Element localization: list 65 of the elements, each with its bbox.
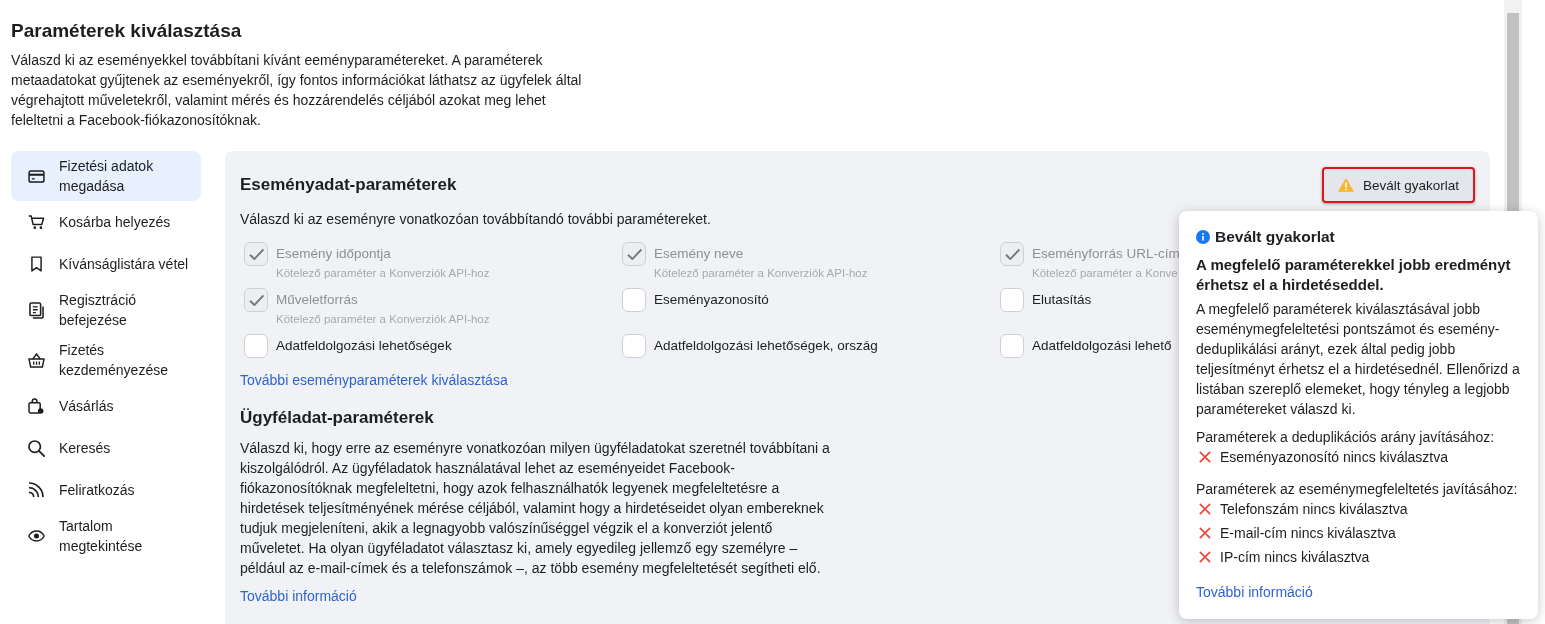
checkmark-icon xyxy=(1004,248,1020,260)
option-note: Kötelező paraméter a Konverziók API-hoz xyxy=(654,266,868,280)
sidebar-item[interactable]: Vásárlás xyxy=(11,385,201,427)
checkbox[interactable] xyxy=(622,288,646,312)
close-x-icon xyxy=(1199,527,1211,539)
checkbox[interactable] xyxy=(622,334,646,358)
option-label: Eseményazonosító xyxy=(654,291,769,309)
option-label: Esemény neve xyxy=(654,245,744,263)
page-title: Paraméterek kiválasztása xyxy=(11,19,242,43)
popover-text: A megfelelő paraméterek kiválasztásával jobb eseménymegfeleltetési pontszámot és esemény-deduplikálási arányt, ezek által pedig jobb teljesítményt érhetsz el a hirdetésednél. Ellenőrizd a listában szereplő elemeket, hogy tényleg a legjobb paramétereket válaszd ki. xyxy=(1196,300,1521,419)
sidebar-item[interactable]: Tartalom megtekintése xyxy=(11,511,201,561)
shopping-bag-icon xyxy=(28,398,44,414)
popover-headline: A megfelelő paraméterekkel jobb eredményt érhetsz el a hirdetéseddel. xyxy=(1196,255,1512,295)
best-practice-button[interactable]: Bevált gyakorlat xyxy=(1321,167,1475,203)
issue-text: Telefonszám nincs kiválasztva xyxy=(1220,500,1408,519)
option-label: Adatfeldolgozási lehetőségek xyxy=(276,337,452,355)
option-label: Műveletforrás xyxy=(276,291,358,309)
sidebar-item[interactable]: Regisztráció befejezése xyxy=(11,285,201,335)
sidebar-item[interactable]: Fizetés kezdeményezése xyxy=(11,335,201,385)
close-x-icon xyxy=(1199,551,1211,563)
warning-icon xyxy=(1337,178,1354,192)
checkmark-icon xyxy=(248,294,264,306)
eye-icon xyxy=(27,530,45,542)
option-note: Kötelező paraméter a Konverziók API-hoz xyxy=(276,312,490,326)
section-description: Válaszd ki az eseményre vonatkozóan továbbítandó további paramétereket. xyxy=(240,210,711,229)
more-parameters-link[interactable]: További eseményparaméterek kiválasztása xyxy=(240,370,508,390)
sidebar-item[interactable]: Kosárba helyezés xyxy=(11,201,201,243)
checkmark-icon xyxy=(248,248,264,260)
info-icon xyxy=(1196,230,1210,244)
option-label: Elutasítás xyxy=(1032,291,1092,309)
option-label: Adatfeldolgozási lehető xyxy=(1032,337,1172,355)
issue-text: IP-cím nincs kiválasztva xyxy=(1220,548,1370,567)
close-x-icon xyxy=(1199,451,1211,463)
sidebar-item[interactable]: Kívánságlistára vétel xyxy=(11,243,201,285)
option-label: Esemény időpontja xyxy=(276,245,391,263)
section-heading: Ügyféladat-paraméterek xyxy=(240,407,434,429)
checkbox[interactable] xyxy=(244,334,268,358)
issue-group-heading: Paraméterek az eseménymegfeleltetés javításához: xyxy=(1196,480,1518,499)
issue-text: E-mail-cím nincs kiválasztva xyxy=(1220,524,1396,543)
search-icon xyxy=(27,439,45,457)
credit-card-icon xyxy=(27,169,45,183)
more-info-link[interactable]: További információ xyxy=(240,586,357,606)
bookmark-icon xyxy=(30,256,42,272)
section-description: Válaszd ki, hogy erre az eseményre vonatkozóan milyen ügyféladatokat szeretnél továbbítani a kiszolgálódról. Az ügyféladatok használatával lehet az eseményeidet Facebook-fiókazonosítóknak megfeleltetni, hogy azok felhasználhatók legyenek megfeleltetésre a hirdetések teljesítményének mérése céljából, valamint hogy a hirdetéseidet olyan embereknek tudjuk megjeleníteni, akik a legnagyobb valószínűséggel végzik el a konverziót jelentő műveletet. Ha olyan ügyféladatot választasz ki, amely egyedileg jellemző egy személyre – például az e-mail-címek és a telefonszámok –, az több esemény megfeleltetését segítheti elő. xyxy=(240,439,831,578)
documents-icon xyxy=(28,301,44,319)
sidebar-item[interactable]: Feliratkozás xyxy=(11,469,201,511)
popover-title: Bevált gyakorlat xyxy=(1215,227,1335,247)
more-info-link[interactable]: További információ xyxy=(1196,582,1313,602)
section-heading: Eseményadat-paraméterek xyxy=(240,174,457,196)
basket-icon xyxy=(27,352,45,368)
option-label: Eseményforrás URL-cím xyxy=(1032,245,1180,263)
checkbox[interactable] xyxy=(1000,288,1024,312)
option-label: Adatfeldolgozási lehetőségek, ország xyxy=(654,337,878,355)
checkmark-icon xyxy=(626,248,642,260)
page-description: Válaszd ki az eseményekkel továbbítani kívánt eeményparamétereket. A paraméterek metaadatokat gyűjtenek az eseményekről, így fontos információkat láthatsz az ügyfelek által végrehajtott műveletekről, valamint mérés és hozzárendelés céljából azokat meg lehet feleltetni a Facebook-fiókazonosítóknak. xyxy=(11,51,583,130)
sidebar-item[interactable]: Fizetési adatok megadása xyxy=(11,151,201,201)
close-x-icon xyxy=(1199,503,1211,515)
checkbox[interactable] xyxy=(1000,334,1024,358)
cart-icon xyxy=(27,214,45,230)
option-note: Kötelező paraméter a Konve xyxy=(1032,266,1178,280)
rss-icon xyxy=(28,482,44,498)
sidebar-item[interactable]: Keresés xyxy=(11,427,201,469)
issue-text: Eseményazonosító nincs kiválasztva xyxy=(1220,448,1448,467)
option-note: Kötelező paraméter a Konverziók API-hoz xyxy=(276,266,490,280)
issue-group-heading: Paraméterek a deduplikációs arány javításához: xyxy=(1196,428,1495,447)
